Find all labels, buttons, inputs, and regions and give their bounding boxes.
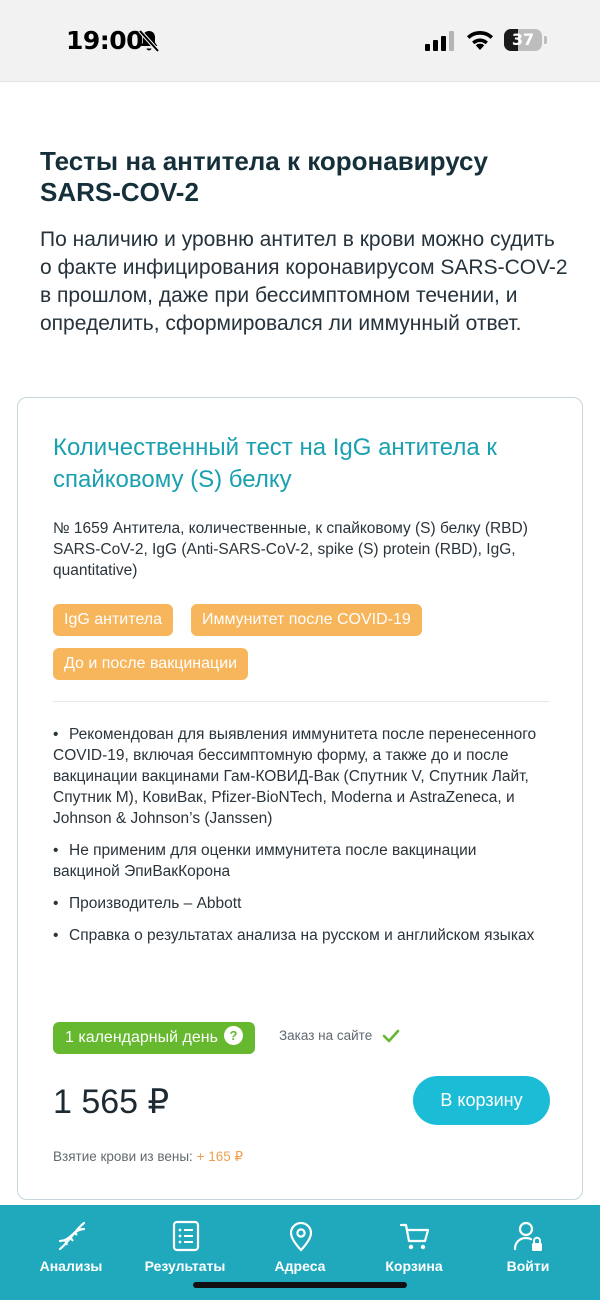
blood-draw-label: Взятие крови из вены: bbox=[53, 1149, 193, 1164]
add-to-cart-button[interactable]: В корзину bbox=[413, 1076, 550, 1125]
order-online-label: Заказ на сайте bbox=[279, 1028, 373, 1043]
tag-before-after-vaccination[interactable]: До и после вакцинации bbox=[53, 648, 249, 680]
check-icon bbox=[382, 1029, 400, 1043]
tag-immunity-after-covid[interactable]: Иммунитет после COVID-19 bbox=[191, 604, 422, 636]
nav-label: Корзина bbox=[385, 1258, 443, 1274]
nav-label: Адреса bbox=[274, 1258, 326, 1274]
page-title: Тесты на антитела к коронавирусу SARS-CO… bbox=[40, 146, 488, 207]
home-indicator bbox=[193, 1282, 407, 1288]
product-title-link[interactable]: Количественный тест на IgG антитела к сп… bbox=[53, 432, 553, 496]
bullet-icon: • bbox=[53, 927, 59, 944]
dna-icon bbox=[58, 1221, 86, 1251]
order-online-indicator: Заказ на сайте bbox=[279, 1028, 400, 1043]
card-divider bbox=[53, 701, 549, 702]
signal-icon bbox=[425, 31, 454, 51]
features-list: • Рекомендован для выявления иммунитета п… bbox=[53, 724, 543, 957]
tag-igg-antibodies[interactable]: IgG антитела bbox=[53, 604, 173, 636]
blood-draw-price: + 165 ₽ bbox=[196, 1149, 244, 1164]
product-card: Количественный тест на IgG антитела к сп… bbox=[17, 397, 583, 1200]
battery-indicator: 37 bbox=[504, 29, 548, 51]
nav-item-analyses[interactable]: Анализы bbox=[16, 1205, 126, 1300]
list-item: • Рекомендован для выявления иммунитета п… bbox=[53, 726, 537, 827]
blood-draw-fee: Взятие крови из вены: + 165 ₽ bbox=[53, 1149, 243, 1165]
duration-label: 1 календарный день bbox=[65, 1029, 218, 1046]
list-item: • Производитель – Abbott bbox=[53, 895, 242, 912]
status-time: 19:00 bbox=[66, 26, 144, 55]
intro-description: По наличию и уровню антител в крови можн… bbox=[40, 228, 568, 335]
status-bar: 19:00 37 bbox=[0, 0, 600, 82]
nav-label: Результаты bbox=[144, 1258, 226, 1274]
help-icon[interactable]: ? bbox=[223, 1026, 243, 1045]
bullet-icon: • bbox=[53, 726, 59, 743]
bell-off-icon bbox=[138, 29, 160, 53]
list-item: • Справка о результатах анализа на русско… bbox=[53, 927, 535, 944]
nav-item-login[interactable]: Войти bbox=[473, 1205, 583, 1300]
price: 1 565 ₽ bbox=[53, 1083, 170, 1121]
product-code-description: № 1659 Антитела, количественные, к спайк… bbox=[53, 520, 528, 579]
location-pin-icon bbox=[289, 1221, 313, 1252]
bullet-icon: • bbox=[53, 842, 59, 859]
wifi-icon bbox=[467, 31, 493, 50]
list-item: • Не применим для оценки иммунитета после… bbox=[53, 842, 477, 880]
battery-level: 37 bbox=[511, 30, 535, 49]
bullet-icon: • bbox=[53, 895, 59, 912]
duration-badge: 1 календарный день? bbox=[53, 1022, 255, 1054]
user-lock-icon bbox=[513, 1221, 542, 1251]
nav-label: Анализы bbox=[39, 1258, 103, 1274]
cart-icon bbox=[399, 1223, 430, 1250]
nav-label: Войти bbox=[506, 1258, 550, 1274]
results-list-icon bbox=[172, 1220, 200, 1252]
